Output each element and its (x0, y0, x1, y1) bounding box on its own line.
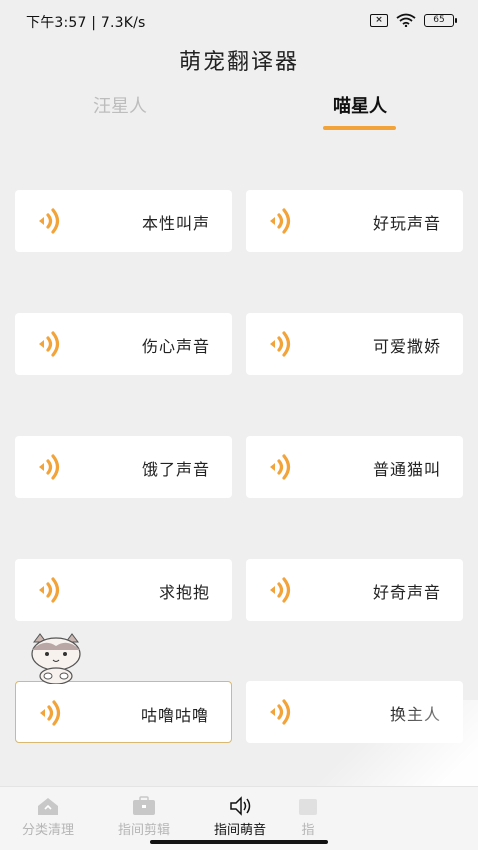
nav-label-sound: 指间萌音 (213, 823, 266, 838)
sound-wave-icon (270, 699, 291, 725)
sound-card[interactable]: 伤心声音 (15, 313, 232, 375)
nav-item-clean[interactable]: 分类清理 (0, 795, 96, 838)
sound-wave-icon (270, 454, 291, 480)
tab-cat[interactable]: 喵星人 (280, 92, 440, 118)
no-sim-icon: × (370, 13, 388, 27)
sound-card-label: 好玩声音 (372, 214, 441, 233)
sound-card-label: 饿了声音 (141, 460, 210, 479)
tab-dog[interactable]: 汪星人 (40, 92, 200, 118)
tab-bar: 汪星人 喵星人 (0, 92, 478, 134)
home-indicator (150, 840, 328, 844)
sound-card-label: 可爱撒娇 (372, 337, 441, 356)
sound-wave-icon (270, 331, 291, 357)
sound-card-label: 伤心声音 (141, 337, 210, 356)
sound-card[interactable]: 好奇声音 (246, 559, 463, 621)
sound-wave-icon (39, 577, 60, 603)
sound-card-label: 咕噜咕噜 (140, 706, 209, 725)
sound-card-label: 普通猫叫 (372, 460, 441, 479)
sound-card-label: 本性叫声 (141, 214, 210, 233)
sound-card-label: 换主人 (389, 705, 441, 724)
more-icon (299, 799, 317, 815)
sound-wave-icon (39, 208, 60, 234)
app-screen: 下午3:57 | 7.3K/s × 65 萌宠翻译器 汪星人 喵星人 本性叫声好… (0, 0, 478, 850)
sound-card[interactable]: 好玩声音 (246, 190, 463, 252)
sound-wave-icon (270, 577, 291, 603)
sound-card[interactable]: 可爱撒娇 (246, 313, 463, 375)
sound-wave-icon (270, 208, 291, 234)
status-time-speed: 下午3:57 | 7.3K/s (26, 15, 146, 31)
battery-icon: 65 (424, 13, 457, 27)
nav-label-clean: 分类清理 (21, 823, 74, 838)
sound-wave-icon (39, 454, 60, 480)
sound-wave-icon (40, 700, 61, 726)
nav-item-sound[interactable]: 指间萌音 (192, 795, 288, 838)
sound-card-label: 求抱抱 (158, 583, 210, 602)
home-clean-icon (38, 798, 58, 815)
page-title: 萌宠翻译器 (178, 50, 299, 75)
sound-card[interactable]: 换主人 (246, 681, 463, 743)
nav-item-edit[interactable]: 指间剪辑 (96, 795, 192, 838)
sound-card[interactable]: 咕噜咕噜 (15, 681, 232, 743)
sound-card[interactable]: 饿了声音 (15, 436, 232, 498)
wifi-icon (396, 13, 416, 27)
status-bar: 下午3:57 | 7.3K/s × 65 (0, 0, 478, 42)
sound-card[interactable]: 普通猫叫 (246, 436, 463, 498)
sound-card[interactable]: 求抱抱 (15, 559, 232, 621)
nav-item-more[interactable]: 指 (288, 795, 328, 838)
briefcase-icon (133, 796, 155, 815)
nav-label-more: 指 (301, 823, 315, 838)
active-tab-indicator (323, 126, 396, 130)
cat-mascot-icon (31, 633, 81, 684)
speaker-icon (230, 796, 251, 816)
nav-label-edit: 指间剪辑 (117, 823, 170, 838)
sound-card[interactable]: 本性叫声 (15, 190, 232, 252)
status-icons: × 65 (370, 13, 457, 27)
sound-wave-icon (39, 331, 60, 357)
sound-card-label: 好奇声音 (372, 583, 441, 602)
